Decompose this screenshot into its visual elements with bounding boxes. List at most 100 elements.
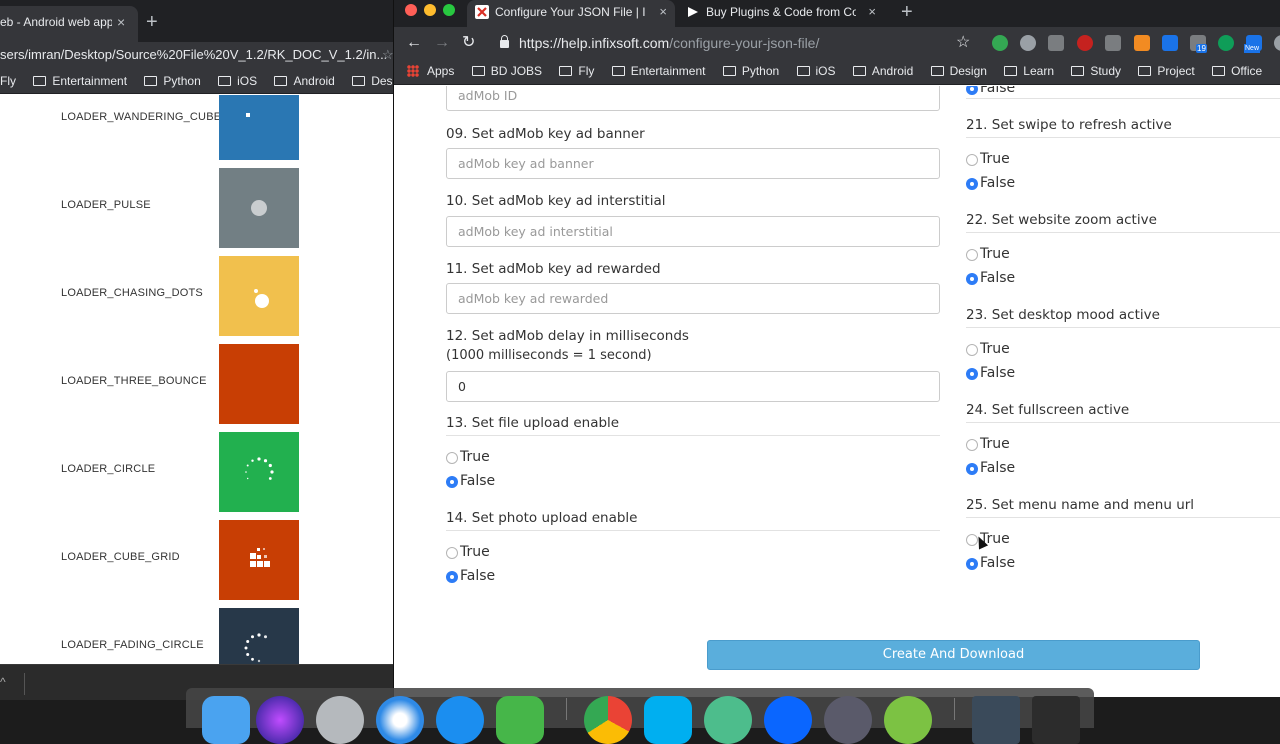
file-upload-false-radio[interactable] <box>446 476 458 488</box>
fullscreen-true-radio[interactable] <box>966 439 978 451</box>
back-arrow-icon[interactable]: ← <box>406 31 422 55</box>
bookmark-study[interactable]: Study <box>1071 59 1121 83</box>
file-upload-true-radio[interactable] <box>446 452 458 464</box>
location-extension-icon[interactable] <box>1048 35 1064 51</box>
desktop-mood-false-radio[interactable] <box>966 368 978 380</box>
adblock-extension-icon[interactable] <box>1077 35 1093 51</box>
admob-rewarded-input[interactable]: adMob key ad rewarded <box>446 283 940 314</box>
bookmark-fly[interactable]: Fly <box>0 70 16 92</box>
maximize-window-button[interactable] <box>443 4 455 16</box>
question-label: 11. Set adMob key ad rewarded <box>446 261 661 277</box>
loader-row: LOADER_FADING_CIRCLE <box>0 608 393 664</box>
hangouts-extension-icon[interactable] <box>1218 35 1234 51</box>
rss-extension-icon[interactable] <box>1134 35 1150 51</box>
skype-icon[interactable] <box>644 696 692 744</box>
reload-icon[interactable]: ↻ <box>462 31 475 55</box>
create-and-download-button[interactable]: Create And Download <box>707 640 1200 670</box>
apps-grid-icon <box>407 65 419 77</box>
loader-preview-pulse <box>219 168 299 248</box>
atom-icon[interactable] <box>704 696 752 744</box>
folder-icon <box>559 66 572 76</box>
bookmark-android[interactable]: Android <box>274 70 334 92</box>
bookmark-project[interactable]: Project <box>1138 59 1194 83</box>
address-bar[interactable]: https://help.infixsoft.com/configure-you… <box>500 30 980 56</box>
new-tab-button[interactable]: + <box>146 8 158 36</box>
finder-icon[interactable] <box>202 696 250 744</box>
divider <box>966 327 1280 328</box>
admob-banner-input[interactable]: adMob key ad banner <box>446 148 940 179</box>
launchpad-icon[interactable] <box>316 696 364 744</box>
bookmark-entertainment[interactable]: Entertainment <box>33 70 127 92</box>
url-host: https://help.infixsoft.com <box>519 35 669 51</box>
app-icon[interactable] <box>824 696 872 744</box>
trash-icon[interactable] <box>1032 696 1080 744</box>
bookmark-android[interactable]: Android <box>853 59 913 83</box>
new-extension-icon[interactable]: New <box>1246 35 1262 51</box>
admob-interstitial-input[interactable]: adMob key ad interstitial <box>446 216 940 247</box>
bookmark-learn[interactable]: Learn <box>1004 59 1054 83</box>
bookmark-ios[interactable]: iOS <box>218 70 257 92</box>
website-zoom-false-radio[interactable] <box>966 273 978 285</box>
android-file-transfer-icon[interactable] <box>884 696 932 744</box>
desktop-mood-true-radio[interactable] <box>966 344 978 356</box>
close-icon[interactable]: × <box>117 6 125 38</box>
grammarly-extension-icon[interactable] <box>992 35 1008 51</box>
trello-extension-icon[interactable] <box>1162 35 1178 51</box>
bookmark-design[interactable]: Design <box>352 70 393 92</box>
bookmark-design[interactable]: Design <box>931 59 987 83</box>
previous-false-radio[interactable] <box>966 86 978 95</box>
loader-preview-fading-circle <box>219 608 299 664</box>
bookmark-star-icon[interactable]: ☆ <box>956 31 970 55</box>
admob-delay-input[interactable]: 0 <box>446 371 940 402</box>
teamviewer-icon[interactable] <box>764 696 812 744</box>
bookmark-ios[interactable]: iOS <box>797 59 836 83</box>
minimize-window-button[interactable] <box>424 4 436 16</box>
loader-row: LOADER_PULSE <box>0 168 393 248</box>
chevron-up-icon[interactable]: ^ <box>0 675 6 689</box>
bookmark-bd-jobs[interactable]: BD JOBS <box>472 59 542 83</box>
close-window-button[interactable] <box>405 4 417 16</box>
bookmark-apps[interactable]: Apps <box>394 59 454 83</box>
radio-label: False <box>460 473 495 489</box>
photo-upload-false-radio[interactable] <box>446 571 458 583</box>
swipe-refresh-false-radio[interactable] <box>966 178 978 190</box>
bookmark-python[interactable]: Python <box>723 59 779 83</box>
downloads-stack-icon[interactable] <box>972 696 1020 744</box>
tab-buy-plugins[interactable]: Buy Plugins & Code from Code × <box>678 0 884 27</box>
bookmarks-bar: Apps BD JOBS Fly Entertainment Python iO… <box>394 59 1280 85</box>
website-zoom-true-radio[interactable] <box>966 249 978 261</box>
pencil-extension-icon[interactable] <box>1105 35 1121 51</box>
photo-upload-true-radio[interactable] <box>446 547 458 559</box>
question-label: 14. Set photo upload enable <box>446 510 637 526</box>
radio-label: False <box>980 270 1015 286</box>
left-address-bar[interactable]: sers/imran/Desktop/Source%20File%20V_1.2… <box>0 42 393 70</box>
star-icon[interactable]: ☆ <box>382 42 393 68</box>
loader-preview-chasing-dots <box>219 256 299 336</box>
fullscreen-false-radio[interactable] <box>966 463 978 475</box>
chrome-icon[interactable] <box>584 696 632 744</box>
admob-id-input[interactable]: adMob ID <box>446 86 940 111</box>
folder-icon <box>352 76 365 86</box>
bookmark-python[interactable]: Python <box>144 70 200 92</box>
globe-extension-icon[interactable] <box>1020 35 1036 51</box>
close-icon[interactable]: × <box>659 0 667 24</box>
swipe-refresh-true-radio[interactable] <box>966 154 978 166</box>
mail-extension-icon[interactable]: 19 <box>1190 35 1206 51</box>
menu-url-false-radio[interactable] <box>966 558 978 570</box>
folder-icon <box>931 66 944 76</box>
new-tab-button[interactable]: + <box>901 0 913 25</box>
loader-preview-wandering-cube <box>219 95 299 160</box>
profile-avatar[interactable] <box>1274 35 1280 51</box>
close-icon[interactable]: × <box>868 0 876 24</box>
left-tab-android-web-app[interactable]: eb - Android web app × <box>0 6 138 42</box>
macos-dock <box>186 688 1094 728</box>
tab-configure-json[interactable]: Configure Your JSON File | Infi × <box>467 0 675 27</box>
android-studio-icon[interactable] <box>496 696 544 744</box>
safari-icon[interactable] <box>376 696 424 744</box>
forward-arrow-icon[interactable]: → <box>434 31 450 55</box>
bookmark-office[interactable]: Office <box>1212 59 1262 83</box>
bookmark-entertainment[interactable]: Entertainment <box>612 59 706 83</box>
siri-icon[interactable] <box>256 696 304 744</box>
bookmark-fly[interactable]: Fly <box>559 59 594 83</box>
app-store-icon[interactable] <box>436 696 484 744</box>
